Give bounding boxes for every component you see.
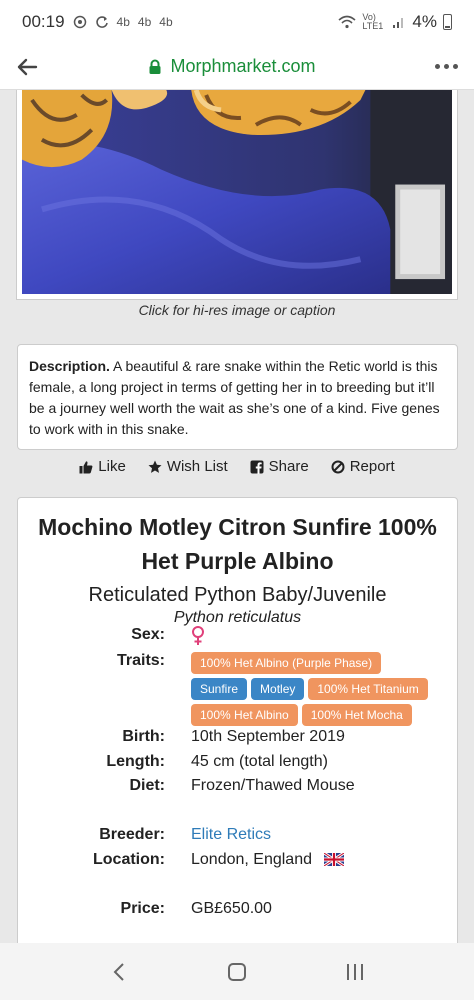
nav-home-button[interactable]	[217, 952, 257, 992]
location-label: Location:	[93, 851, 165, 868]
url-text: Morphmarket.com	[170, 56, 316, 76]
trait-badge[interactable]: 100% Het Mocha	[301, 704, 412, 726]
thumbs-up-icon	[79, 460, 93, 473]
sync-icon	[95, 16, 108, 28]
nav-back-button[interactable]	[99, 952, 139, 992]
more-options-button[interactable]	[428, 54, 458, 80]
status-left: 00:19 4b 4b 4b	[22, 12, 173, 32]
star-icon	[148, 460, 162, 473]
share-label: Share	[268, 458, 309, 475]
nav-recents-button[interactable]	[335, 952, 375, 992]
facebook-icon	[250, 460, 264, 474]
location-value: London, England	[191, 851, 345, 869]
animal-info-card: Mochino Motley Citron Sunfire 100% Het P…	[17, 497, 458, 943]
length-value: 45 cm (total length)	[191, 753, 328, 770]
dot-icon	[453, 64, 458, 69]
sex-value	[191, 626, 205, 651]
length-label: Length:	[106, 753, 165, 770]
breeder-label: Breeder:	[99, 826, 165, 843]
snake-photo[interactable]	[22, 90, 452, 294]
wish-list-button[interactable]: Wish List	[148, 458, 228, 475]
price-label: Price:	[120, 900, 165, 917]
status-right: Vo) LTE1 4%	[338, 12, 452, 32]
wish-list-label: Wish List	[166, 458, 228, 475]
4b-icon: 4b	[159, 15, 173, 29]
report-button[interactable]: Report	[331, 458, 395, 475]
female-icon	[192, 626, 204, 645]
signal-icon	[393, 18, 404, 28]
home-icon	[228, 962, 246, 981]
breeder-link[interactable]: Elite Retics	[191, 826, 271, 844]
trait-badge[interactable]: 100% Het Albino (Purple Phase)	[191, 652, 382, 674]
trait-badge[interactable]: 100% Het Albino	[191, 704, 298, 726]
diet-label: Diet:	[129, 777, 165, 794]
recents-icon	[347, 963, 363, 980]
trait-badge[interactable]: 100% Het Titanium	[308, 678, 428, 700]
description-card: Description. A beautiful & rare snake wi…	[17, 344, 458, 450]
url-bar[interactable]: Morphmarket.com	[36, 56, 428, 77]
trait-badge[interactable]: Motley	[251, 678, 305, 700]
location-text: London, England	[191, 851, 312, 868]
share-button[interactable]: Share	[250, 458, 309, 475]
traits-label: Traits:	[116, 652, 165, 669]
battery-percent: 4%	[412, 12, 437, 31]
system-nav-bar	[0, 943, 474, 1000]
4b-icon: 4b	[137, 15, 152, 29]
ban-icon	[331, 460, 345, 473]
4b-icon: 4b	[116, 15, 130, 29]
photo-caption[interactable]: Click for hi-res image or caption	[0, 302, 474, 318]
status-bar: 00:19 4b 4b 4b Vo) LTE1 4%	[0, 0, 474, 44]
dot-icon	[444, 64, 449, 69]
traits-list: 100% Het Albino (Purple Phase) Sunfire Mo…	[191, 652, 456, 730]
whatsapp-icon	[73, 15, 86, 29]
page-content: Click for hi-res image or caption Descri…	[0, 90, 474, 943]
sex-label: Sex:	[131, 626, 165, 643]
lock-icon	[149, 59, 161, 74]
animal-photo-card[interactable]	[16, 90, 458, 300]
diet-value: Frozen/Thawed Mouse	[191, 777, 355, 794]
like-button[interactable]: Like	[79, 458, 126, 475]
network-label: Vo) LTE1	[362, 12, 384, 31]
scientific-name: Python reticulatus	[173, 609, 302, 626]
animal-subtitle: Reticulated Python Baby/Juvenile	[88, 584, 387, 606]
trait-badge[interactable]: Sunfire	[191, 678, 248, 700]
price-value: GB£650.00	[191, 900, 272, 917]
uk-flag-icon	[324, 853, 345, 867]
like-label: Like	[98, 458, 126, 475]
browser-bar: Morphmarket.com	[0, 44, 474, 90]
action-bar: Like Wish List Share Report	[0, 458, 474, 475]
battery-icon	[443, 14, 452, 30]
dot-icon	[435, 64, 440, 69]
birth-value: 10th September 2019	[191, 728, 345, 745]
birth-label: Birth:	[122, 728, 165, 745]
report-label: Report	[349, 458, 395, 475]
chevron-left-icon	[113, 962, 124, 981]
animal-title: Mochino Motley Citron Sunfire 100% Het P…	[38, 514, 437, 574]
wifi-icon	[338, 15, 356, 29]
arrow-left-icon	[17, 58, 38, 75]
status-time: 00:19	[22, 12, 65, 31]
description-label: Description.	[29, 358, 110, 374]
